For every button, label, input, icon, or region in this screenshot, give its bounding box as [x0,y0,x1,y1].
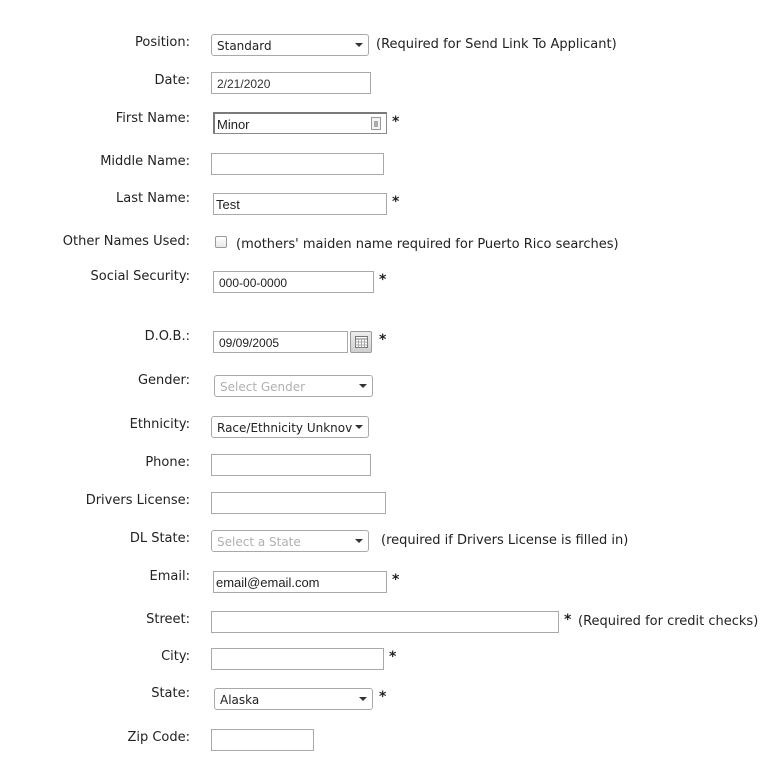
chevron-down-icon [359,384,367,388]
dl-state-select[interactable]: Select a State [211,530,369,552]
gender-placeholder: Select Gender [220,380,306,394]
chevron-down-icon [355,539,363,543]
dob-field[interactable]: 09/09/2005 [213,331,348,353]
other-names-label: Other Names Used: [62,234,190,249]
first-name-required: * [392,114,400,130]
street-note: (Required for credit checks) [578,614,759,629]
chevron-down-icon [355,43,363,47]
city-required: * [389,649,397,665]
street-field[interactable] [211,611,559,633]
ssn-required: * [379,272,387,288]
drivers-license-field[interactable] [211,492,386,514]
dl-state-note: (required if Drivers License is filled i… [381,533,629,548]
chevron-down-icon [359,697,367,701]
chevron-down-icon [355,425,363,429]
zip-field[interactable] [211,729,314,751]
dob-label: D.O.B.: [144,329,190,344]
calendar-icon [355,336,368,348]
ethnicity-value: Race/Ethnicity Unknov [217,421,353,435]
state-value: Alaska [220,693,260,707]
email-field[interactable]: email@email.com [213,571,387,593]
first-name-value: Minor [217,117,250,132]
gender-label: Gender: [137,373,190,388]
contact-autofill-icon[interactable] [371,117,381,130]
ethnicity-label: Ethnicity: [129,417,190,432]
email-required: * [392,572,400,588]
position-note: (Required for Send Link To Applicant) [376,37,617,52]
state-label: State: [151,686,190,701]
email-label: Email: [149,569,190,584]
position-label: Position: [135,35,190,50]
street-label: Street: [146,612,190,627]
ssn-label: Social Security: [90,269,191,284]
last-name-field[interactable]: Test [213,193,387,215]
ssn-field[interactable]: 000-00-0000 [213,271,374,293]
first-name-label: First Name: [115,111,190,126]
date-field[interactable]: 2/21/2020 [211,72,371,94]
gender-select[interactable]: Select Gender [214,375,373,397]
dl-state-label: DL State: [129,531,190,546]
city-label: City: [161,649,190,664]
drivers-license-label: Drivers License: [85,493,190,508]
ethnicity-select[interactable]: Race/Ethnicity Unknov [211,416,369,438]
dob-required: * [379,332,387,348]
other-names-note: (mothers' maiden name required for Puert… [236,237,619,252]
state-required: * [379,689,387,705]
street-required: * [564,612,572,628]
middle-name-label: Middle Name: [100,154,190,169]
middle-name-field[interactable] [211,153,384,175]
zip-label: Zip Code: [127,730,190,745]
phone-field[interactable] [211,454,371,476]
dl-state-placeholder: Select a State [217,535,301,549]
last-name-label: Last Name: [116,191,190,206]
position-select[interactable]: Standard [211,34,369,56]
date-label: Date: [154,73,190,88]
city-field[interactable] [211,648,384,670]
state-select[interactable]: Alaska [214,688,373,710]
phone-label: Phone: [145,455,190,470]
other-names-checkbox[interactable] [215,236,227,248]
first-name-field[interactable]: Minor [213,112,387,134]
last-name-required: * [392,194,400,210]
calendar-button[interactable] [350,331,372,353]
position-value: Standard [217,39,272,53]
